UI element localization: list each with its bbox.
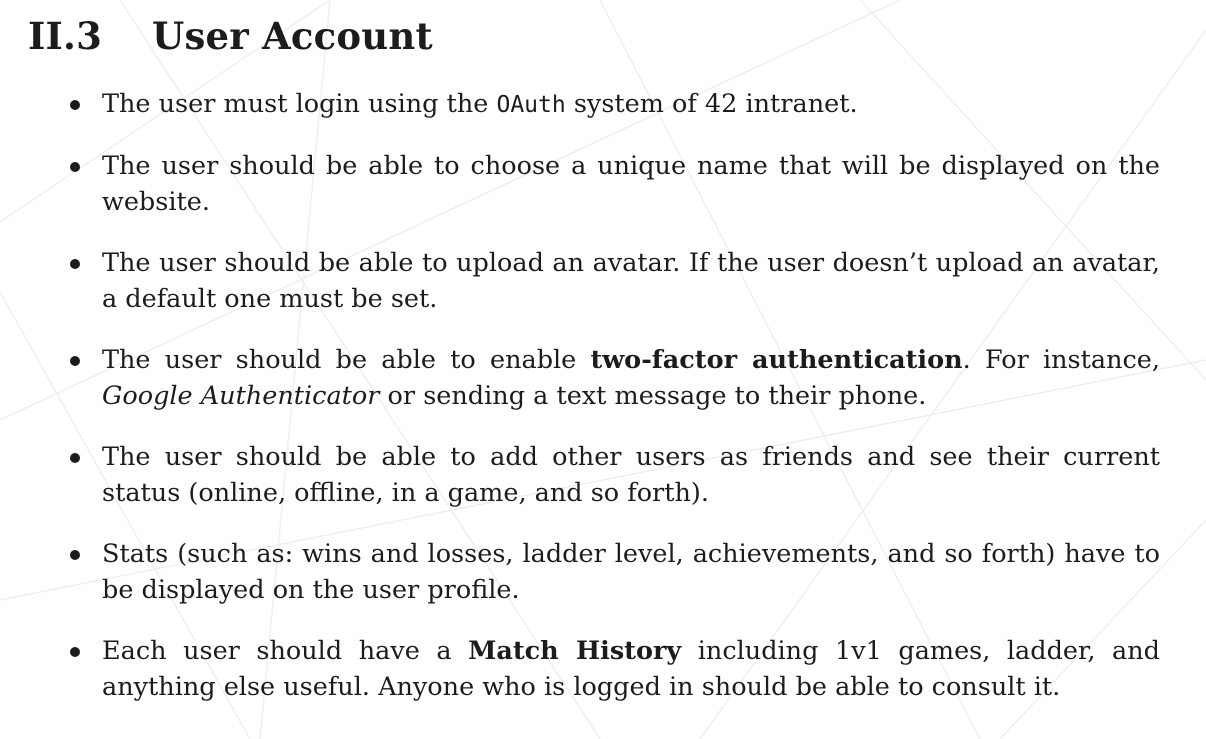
requirements-list: The user must login using the OAuth syst… <box>70 86 1160 730</box>
emphasis-text: Match History <box>468 636 682 666</box>
bullet-icon <box>70 162 80 172</box>
list-item: The user should be able to upload an ava… <box>70 245 1160 317</box>
list-item: The user must login using the OAuth syst… <box>70 86 1160 123</box>
bullet-icon <box>70 647 80 657</box>
list-item: The user should be able to choose a uniq… <box>70 148 1160 220</box>
section-title: User Account <box>152 14 433 58</box>
bullet-icon <box>70 356 80 366</box>
bullet-icon <box>70 453 80 463</box>
list-item: Stats (such as: wins and losses, ladder … <box>70 536 1160 608</box>
bullet-icon <box>70 259 80 269</box>
list-item: The user should be able to enable two-fa… <box>70 342 1160 414</box>
list-item: The user should be able to add other use… <box>70 439 1160 511</box>
emphasis-text: two-factor authentication <box>590 345 963 375</box>
bullet-icon <box>70 550 80 560</box>
list-item: Each user should have a Match History in… <box>70 633 1160 705</box>
italic-text: Google Authenticator <box>102 381 380 411</box>
document-page: II.3 User Account The user must login usi… <box>0 0 1206 739</box>
section-heading: II.3 User Account <box>28 12 433 60</box>
bullet-icon <box>70 100 80 110</box>
section-number: II.3 <box>28 14 103 58</box>
code-text: OAuth <box>496 92 566 118</box>
